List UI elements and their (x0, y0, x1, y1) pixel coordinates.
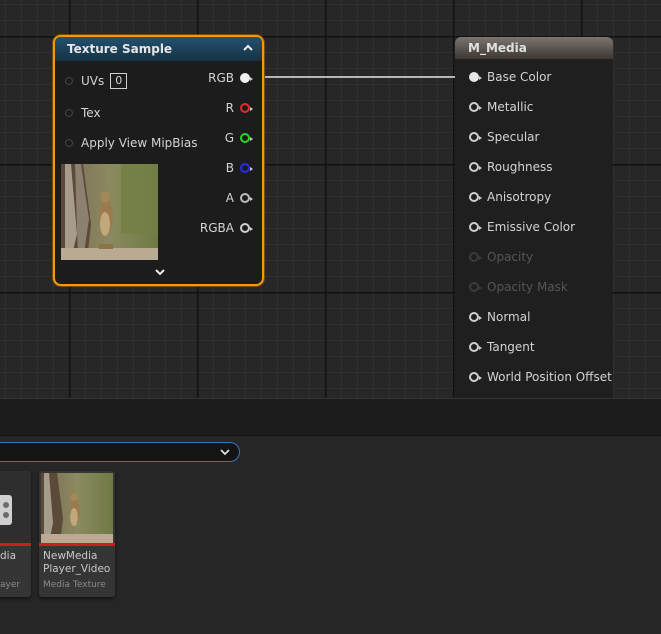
pin-label: Apply View MipBias (81, 136, 198, 150)
pin-icon[interactable] (469, 72, 482, 82)
pin-label: Roughness (487, 160, 553, 174)
input-pin-tangent[interactable]: Tangent (469, 340, 535, 354)
texture-sample-node[interactable]: Texture Sample UVs 0 Tex Apply View MipB… (53, 35, 264, 286)
input-pin-normal[interactable]: Normal (469, 310, 530, 324)
content-browser-toolbar (0, 398, 661, 436)
output-pin-rgba[interactable]: RGBA (199, 221, 253, 235)
input-pin-metallic[interactable]: Metallic (469, 100, 533, 114)
asset-tile-newmedia-player-video[interactable]: NewMedia Player_Video Media Texture (39, 471, 115, 597)
output-pin-rgb[interactable]: RGB (208, 71, 253, 85)
input-pin-emissive-color[interactable]: Emissive Color (469, 220, 575, 234)
pin-icon[interactable] (469, 372, 482, 382)
uvs-value-field[interactable]: 0 (110, 73, 128, 89)
material-node-header[interactable]: M_Media (455, 37, 613, 59)
pin-icon[interactable] (469, 342, 482, 352)
asset-name: dia (0, 550, 16, 563)
input-pin-specular[interactable]: Specular (469, 130, 539, 144)
pin-icon[interactable] (65, 77, 73, 85)
node-title: Texture Sample (67, 42, 173, 56)
asset-color-strip (0, 543, 31, 546)
pin-label: Opacity (487, 250, 534, 264)
pin-icon[interactable] (65, 139, 73, 147)
input-pin-world-position-offset[interactable]: World Position Offset (469, 370, 612, 384)
asset-name-line: NewMedia (43, 550, 98, 562)
asset-tile-media-player[interactable]: dia ayer (0, 471, 31, 597)
pin-label: Opacity Mask (487, 280, 568, 294)
pin-icon[interactable] (469, 102, 482, 112)
pin-label: Metallic (487, 100, 534, 114)
pin-icon[interactable] (240, 133, 253, 143)
pin-icon[interactable] (240, 73, 253, 83)
pin-icon[interactable] (469, 222, 482, 232)
pin-label: B (225, 161, 234, 175)
node-title: M_Media (468, 41, 527, 55)
chevron-up-icon[interactable] (240, 40, 256, 56)
pin-icon (469, 252, 482, 262)
asset-name: NewMedia Player_Video (43, 550, 110, 576)
asset-type: Media Texture (43, 580, 106, 590)
pin-icon[interactable] (240, 163, 253, 173)
pin-label: R (225, 101, 234, 115)
asset-thumbnail (41, 473, 113, 543)
pin-label: Specular (487, 130, 540, 144)
pin-label: UVs (81, 74, 105, 88)
output-pin-a[interactable]: A (225, 191, 253, 205)
texture-sample-header[interactable]: Texture Sample (55, 37, 262, 61)
pin-icon[interactable] (469, 162, 482, 172)
pin-icon[interactable] (469, 312, 482, 322)
filter-dropdown[interactable] (0, 442, 240, 462)
asset-name-line: Player_Video (43, 563, 111, 575)
chevron-down-icon[interactable] (219, 447, 231, 457)
asset-name-line: dia (0, 550, 17, 562)
pin-icon[interactable] (240, 103, 253, 113)
pin-label: Emissive Color (487, 220, 576, 234)
input-pin-anisotropy[interactable]: Anisotropy (469, 190, 551, 204)
asset-color-strip (39, 543, 115, 546)
content-browser-panel: dia ayer NewMedia Player_Video Media Tex… (0, 398, 661, 634)
media-player-icon (0, 495, 12, 525)
pin-label: A (225, 191, 234, 205)
pin-label: Tex (81, 106, 101, 120)
input-pin-base-color[interactable]: Base Color (469, 70, 551, 84)
output-pin-g[interactable]: G (224, 131, 253, 145)
pin-icon[interactable] (469, 192, 482, 202)
chevron-down-icon[interactable] (153, 267, 167, 279)
pin-label: RGBA (199, 221, 234, 235)
pin-label: Tangent (487, 340, 535, 354)
input-pin-uvs[interactable]: UVs 0 (65, 73, 128, 89)
asset-type: ayer (0, 580, 21, 590)
pin-label: World Position Offset (487, 370, 612, 384)
input-pin-roughness[interactable]: Roughness (469, 160, 552, 174)
pin-icon[interactable] (469, 132, 482, 142)
input-pin-opacity-mask: Opacity Mask (469, 280, 568, 294)
pin-icon (469, 282, 482, 292)
pin-label: Normal (487, 310, 531, 324)
pin-label: RGB (208, 71, 234, 85)
pin-icon[interactable] (240, 193, 253, 203)
material-graph-canvas[interactable]: Texture Sample UVs 0 Tex Apply View MipB… (0, 0, 661, 398)
output-pin-r[interactable]: R (225, 101, 253, 115)
pin-icon[interactable] (65, 109, 73, 117)
material-result-node[interactable]: M_Media Base Color Metallic Specular Rou… (455, 37, 613, 398)
input-pin-tex[interactable]: Tex (65, 106, 101, 120)
pin-label: G (224, 131, 234, 145)
output-pin-b[interactable]: B (225, 161, 253, 175)
pin-label: Base Color (487, 70, 552, 84)
input-pin-opacity: Opacity (469, 250, 533, 264)
texture-preview-image (61, 164, 158, 260)
input-pin-apply-view-mipbias[interactable]: Apply View MipBias (65, 136, 197, 150)
pin-icon[interactable] (240, 223, 253, 233)
pin-label: Anisotropy (487, 190, 552, 204)
